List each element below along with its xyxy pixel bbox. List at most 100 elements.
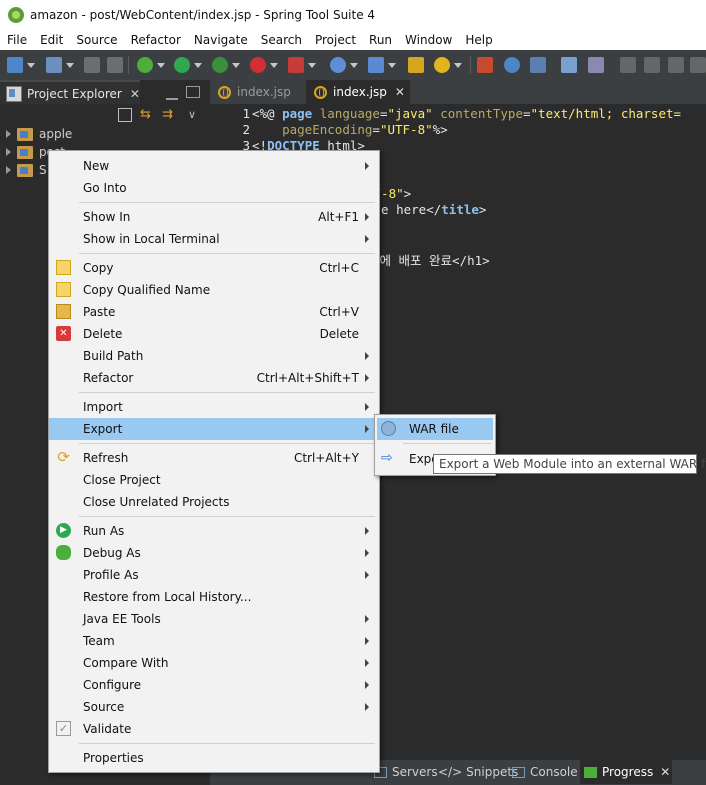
web-browser-icon[interactable] bbox=[504, 57, 520, 73]
toolbar-separator bbox=[128, 56, 129, 74]
search-icon[interactable] bbox=[434, 57, 450, 73]
menu-item-label: Compare With bbox=[83, 656, 169, 670]
menu-separator bbox=[403, 443, 491, 444]
run-icon[interactable] bbox=[174, 57, 190, 73]
tab-progress[interactable]: Progress ✕ bbox=[580, 760, 672, 784]
new-dropdown-icon[interactable] bbox=[27, 63, 35, 68]
menu-window[interactable]: Window bbox=[398, 33, 458, 47]
menu-item-refresh[interactable]: ⟳ Refresh Ctrl+Alt+Y bbox=[49, 447, 379, 469]
open-type-icon[interactable] bbox=[408, 57, 424, 73]
menu-item-build-path[interactable]: Build Path bbox=[49, 345, 379, 367]
project-explorer-tab[interactable]: Project Explorer ✕ bbox=[0, 80, 140, 106]
editor-tab-index-jsp[interactable]: index.jsp bbox=[210, 80, 306, 104]
submenu-item-war-file[interactable]: WAR file bbox=[377, 418, 493, 440]
menu-item-restore-from-local-history[interactable]: Restore from Local History... bbox=[49, 586, 379, 608]
tab-servers[interactable]: Servers bbox=[370, 760, 438, 784]
menu-item-delete[interactable]: ✕ Delete Delete bbox=[49, 323, 379, 345]
menu-item-new[interactable]: New bbox=[49, 155, 379, 177]
editor-tab-index-jsp-active[interactable]: index.jsp ✕ bbox=[306, 80, 410, 104]
coverage-icon[interactable] bbox=[212, 57, 228, 73]
menu-item-source[interactable]: Source bbox=[49, 696, 379, 718]
resume-icon[interactable] bbox=[620, 57, 636, 73]
menu-item-copy[interactable]: Copy Ctrl+C bbox=[49, 257, 379, 279]
disconnect-icon[interactable] bbox=[690, 57, 706, 73]
terminate-icon[interactable] bbox=[668, 57, 684, 73]
menu-item-profile-as[interactable]: Profile As bbox=[49, 564, 379, 586]
menu-item-show-in-local-terminal[interactable]: Show in Local Terminal bbox=[49, 228, 379, 250]
menu-project[interactable]: Project bbox=[308, 33, 362, 47]
menu-item-close-unrelated-projects[interactable]: Close Unrelated Projects bbox=[49, 491, 379, 513]
new-class-icon[interactable] bbox=[330, 57, 346, 73]
toolbar-separator bbox=[470, 56, 471, 74]
copy-qualified-name-icon bbox=[56, 282, 71, 297]
submenu-arrow-icon bbox=[365, 352, 369, 360]
run-dropdown-icon[interactable] bbox=[194, 63, 202, 68]
search-dropdown-icon[interactable] bbox=[454, 63, 462, 68]
expand-arrow-icon[interactable] bbox=[6, 148, 11, 156]
coverage-dropdown-icon[interactable] bbox=[232, 63, 240, 68]
menu-item-refactor[interactable]: Refactor Ctrl+Alt+Shift+T bbox=[49, 367, 379, 389]
menu-refactor[interactable]: Refactor bbox=[124, 33, 187, 47]
link-with-editor-icon[interactable]: ⇆ bbox=[140, 108, 154, 122]
menu-item-go-into[interactable]: Go Into bbox=[49, 177, 379, 199]
stop-dropdown-icon[interactable] bbox=[270, 63, 278, 68]
close-icon[interactable]: ✕ bbox=[660, 765, 670, 779]
new-project-icon[interactable] bbox=[46, 57, 62, 73]
tab-console[interactable]: Console bbox=[508, 760, 578, 784]
menu-run[interactable]: Run bbox=[362, 33, 398, 47]
menu-item-label: Refactor bbox=[83, 371, 134, 385]
menu-search[interactable]: Search bbox=[254, 33, 308, 47]
new-project-dropdown-icon[interactable] bbox=[66, 63, 74, 68]
menu-item-debug-as[interactable]: Debug As bbox=[49, 542, 379, 564]
menu-source[interactable]: Source bbox=[69, 33, 123, 47]
spring-icon[interactable] bbox=[368, 57, 384, 73]
menu-navigate[interactable]: Navigate bbox=[187, 33, 254, 47]
menu-item-import[interactable]: Import bbox=[49, 396, 379, 418]
view-menu-icon[interactable]: ∨ bbox=[188, 108, 202, 122]
server-icon[interactable] bbox=[530, 57, 546, 73]
skip-breakpoints-icon[interactable] bbox=[588, 57, 604, 73]
expand-arrow-icon[interactable] bbox=[6, 130, 11, 138]
tab-label: Console bbox=[530, 765, 578, 779]
menu-item-close-project[interactable]: Close Project bbox=[49, 469, 379, 491]
tree-item-apple[interactable]: apple bbox=[0, 125, 210, 143]
menu-item-paste[interactable]: Paste Ctrl+V bbox=[49, 301, 379, 323]
menu-item-export[interactable]: Export bbox=[49, 418, 379, 440]
tab-snippets[interactable]: </> Snippets bbox=[434, 760, 518, 784]
menu-item-run-as[interactable]: ▶ Run As bbox=[49, 520, 379, 542]
focus-icon[interactable]: ⇉ bbox=[162, 108, 176, 122]
menu-item-validate[interactable]: ✓ Validate bbox=[49, 718, 379, 740]
run-server-icon[interactable] bbox=[288, 57, 304, 73]
spring-logo-icon bbox=[8, 7, 24, 23]
minimize-icon[interactable] bbox=[166, 94, 178, 100]
menu-item-configure[interactable]: Configure bbox=[49, 674, 379, 696]
menu-edit[interactable]: Edit bbox=[33, 33, 69, 47]
menu-item-show-in[interactable]: Show In Alt+F1 bbox=[49, 206, 379, 228]
save-all-icon[interactable] bbox=[107, 57, 123, 73]
menu-item-team[interactable]: Team bbox=[49, 630, 379, 652]
debug-dropdown-icon[interactable] bbox=[157, 63, 165, 68]
menu-item-compare-with[interactable]: Compare With bbox=[49, 652, 379, 674]
menu-item-copy-qualified-name[interactable]: Copy Qualified Name bbox=[49, 279, 379, 301]
stop-icon[interactable] bbox=[250, 57, 266, 73]
suspend-icon[interactable] bbox=[644, 57, 660, 73]
menu-item-label: Copy bbox=[83, 261, 114, 275]
menu-file[interactable]: File bbox=[0, 33, 33, 47]
monitor-icon[interactable] bbox=[561, 57, 577, 73]
menu-item-shortcut: Ctrl+Alt+Y bbox=[293, 451, 359, 465]
collapse-all-icon[interactable] bbox=[118, 108, 132, 122]
expand-arrow-icon[interactable] bbox=[6, 166, 11, 174]
spring-dropdown-icon[interactable] bbox=[388, 63, 396, 68]
new-class-dropdown-icon[interactable] bbox=[350, 63, 358, 68]
debug-icon[interactable] bbox=[137, 57, 153, 73]
menu-item-java-ee-tools[interactable]: Java EE Tools bbox=[49, 608, 379, 630]
close-icon[interactable]: ✕ bbox=[130, 87, 140, 101]
new-icon[interactable] bbox=[7, 57, 23, 73]
menu-item-properties[interactable]: Properties bbox=[49, 747, 379, 769]
menu-help[interactable]: Help bbox=[458, 33, 498, 47]
close-icon[interactable]: ✕ bbox=[395, 85, 405, 99]
task-icon[interactable] bbox=[477, 57, 493, 73]
run-server-dropdown-icon[interactable] bbox=[308, 63, 316, 68]
maximize-icon[interactable] bbox=[186, 86, 200, 98]
save-icon[interactable] bbox=[84, 57, 100, 73]
